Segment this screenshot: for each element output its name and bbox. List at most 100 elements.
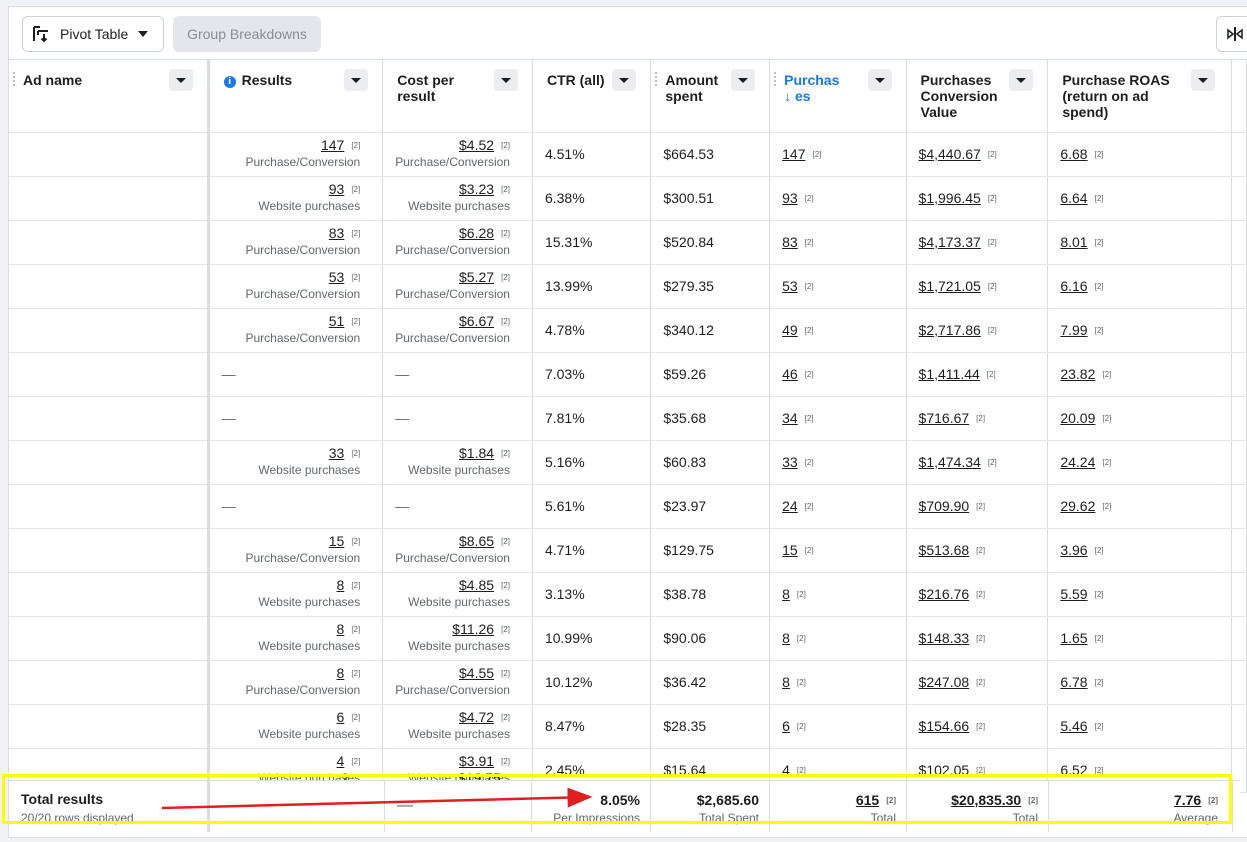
- ad-name-cell[interactable]: [9, 484, 210, 529]
- conversion-value[interactable]: $1,474.34 [2]: [919, 454, 997, 470]
- column-header-results[interactable]: i Results: [208, 60, 384, 133]
- results-value[interactable]: 53 [2]: [222, 268, 360, 286]
- table-row[interactable]: 147 [2] Purchase/Conversion $4.52 [2] Purchas…: [9, 132, 1247, 177]
- cpr-value[interactable]: $3.23 [2]: [395, 180, 510, 198]
- column-header-conversion-value[interactable]: Purchases Conversion Value: [906, 60, 1049, 133]
- purchases-value[interactable]: 93 [2]: [782, 190, 813, 206]
- cpr-value[interactable]: $6.67 [2]: [395, 312, 510, 330]
- table-row[interactable]: — — 5.61% $23.97 24 [2] $709.90 [2] 29.62 [2]: [9, 484, 1247, 529]
- roas-value[interactable]: 29.62 [2]: [1060, 498, 1111, 514]
- results-value[interactable]: 8 [2]: [222, 664, 361, 682]
- roas-value[interactable]: 24.24 [2]: [1060, 454, 1111, 470]
- results-value[interactable]: 93 [2]: [222, 180, 360, 198]
- purchases-value[interactable]: 49 [2]: [782, 322, 813, 338]
- results-value[interactable]: 147 [2]: [222, 136, 360, 154]
- table-row[interactable]: 93 [2] Website purchases $3.23 [2] Website pu…: [9, 176, 1247, 221]
- column-header-roas[interactable]: Purchase ROAS (return on ad spend): [1047, 60, 1233, 133]
- info-icon[interactable]: i: [223, 76, 236, 88]
- column-menu-button[interactable]: [493, 69, 518, 91]
- column-header-amount-spent[interactable]: Amount spent: [650, 60, 771, 133]
- column-header-ad-name[interactable]: Ad name: [9, 60, 210, 133]
- results-value[interactable]: 8 [2]: [222, 576, 361, 594]
- ad-name-cell[interactable]: [9, 176, 210, 221]
- ad-name-cell[interactable]: [9, 132, 210, 177]
- conversion-value[interactable]: $4,440.67 [2]: [919, 146, 997, 162]
- purchases-value[interactable]: 8 [2]: [782, 630, 806, 646]
- conversion-value[interactable]: $148.33 [2]: [919, 630, 986, 646]
- purchases-value[interactable]: 6 [2]: [782, 718, 806, 734]
- results-value[interactable]: 51 [2]: [222, 312, 360, 330]
- cpr-value[interactable]: $1.84 [2]: [395, 444, 510, 462]
- conversion-value[interactable]: $1,721.05 [2]: [919, 278, 997, 294]
- roas-value[interactable]: 20.09 [2]: [1060, 410, 1111, 426]
- table-row[interactable]: 51 [2] Purchase/Conversion $6.67 [2] Purchase…: [9, 308, 1247, 353]
- roas-value[interactable]: 6.16 [2]: [1060, 278, 1103, 294]
- ad-name-cell[interactable]: [9, 704, 210, 749]
- ad-name-cell[interactable]: [9, 660, 210, 705]
- ad-name-cell[interactable]: [9, 264, 210, 309]
- table-row[interactable]: 8 [2] Purchase/Conversion $4.55 [2] Purchase/…: [9, 660, 1247, 705]
- column-header-ctr[interactable]: CTR (all): [532, 60, 652, 133]
- drag-handle-icon[interactable]: [655, 72, 658, 86]
- column-menu-button[interactable]: [731, 69, 756, 91]
- results-value[interactable]: 15 [2]: [222, 532, 360, 550]
- table-row[interactable]: — — 7.03% $59.26 46 [2] $1,411.44 [2] 23.82 [2]: [9, 352, 1247, 397]
- roas-value[interactable]: 6.78 [2]: [1060, 674, 1103, 690]
- purchases-value[interactable]: 8 [2]: [782, 674, 806, 690]
- table-row[interactable]: 8 [2] Website purchases $11.26 [2] Website pu…: [9, 616, 1247, 661]
- ad-name-cell[interactable]: [9, 220, 210, 265]
- roas-value[interactable]: 7.99 [2]: [1060, 322, 1103, 338]
- cpr-value[interactable]: $8.65 [2]: [395, 532, 510, 550]
- conversion-value[interactable]: $247.08 [2]: [919, 674, 986, 690]
- conversion-value[interactable]: $709.90 [2]: [919, 498, 986, 514]
- cpr-value[interactable]: $6.28 [2]: [395, 224, 510, 242]
- conversion-value[interactable]: $716.67 [2]: [919, 410, 986, 426]
- ad-name-cell[interactable]: [9, 616, 210, 661]
- roas-value[interactable]: 3.96 [2]: [1060, 542, 1103, 558]
- results-value[interactable]: 8 [2]: [222, 620, 361, 638]
- table-row[interactable]: 8 [2] Website purchases $4.85 [2] Website pur…: [9, 572, 1247, 617]
- table-row[interactable]: 83 [2] Purchase/Conversion $6.28 [2] Purchase…: [9, 220, 1247, 265]
- purchases-value[interactable]: 8 [2]: [782, 586, 806, 602]
- ad-name-cell[interactable]: [9, 308, 210, 353]
- pivot-table-button[interactable]: Pivot Table: [22, 16, 164, 52]
- table-row[interactable]: 33 [2] Website purchases $1.84 [2] Website pu…: [9, 440, 1247, 485]
- purchases-value[interactable]: 147 [2]: [782, 146, 821, 162]
- roas-value[interactable]: 5.46 [2]: [1060, 718, 1103, 734]
- compare-columns-button[interactable]: [1216, 16, 1247, 52]
- roas-value[interactable]: 8.01 [2]: [1060, 234, 1103, 250]
- ad-name-cell[interactable]: [9, 572, 210, 617]
- roas-value[interactable]: 6.68 [2]: [1060, 146, 1103, 162]
- totals-conv-value[interactable]: $20,835.30 [2]: [951, 792, 1038, 808]
- conversion-value[interactable]: $1,411.44 [2]: [919, 366, 996, 382]
- purchases-value[interactable]: 83 [2]: [782, 234, 813, 250]
- cpr-value[interactable]: $4.85 [2]: [395, 576, 510, 594]
- roas-value[interactable]: 23.82 [2]: [1060, 366, 1111, 382]
- ad-name-cell[interactable]: [9, 528, 210, 573]
- table-row[interactable]: — — 7.81% $35.68 34 [2] $716.67 [2] 20.09 [2]: [9, 396, 1247, 441]
- totals-roas-value[interactable]: 7.76 [2]: [1174, 792, 1218, 808]
- column-menu-button[interactable]: [1191, 69, 1216, 91]
- cpr-value[interactable]: $4.55 [2]: [395, 664, 510, 682]
- column-menu-button[interactable]: [612, 69, 637, 91]
- conversion-value[interactable]: $216.76 [2]: [919, 586, 986, 602]
- roas-value[interactable]: 5.59 [2]: [1060, 586, 1103, 602]
- cpr-value[interactable]: $11.26 [2]: [395, 620, 510, 638]
- purchases-value[interactable]: 24 [2]: [782, 498, 813, 514]
- drag-handle-icon[interactable]: [774, 72, 777, 86]
- column-menu-button[interactable]: [344, 69, 369, 91]
- purchases-value[interactable]: 15 [2]: [782, 542, 813, 558]
- group-breakdowns-button[interactable]: Group Breakdowns: [173, 16, 321, 52]
- table-row[interactable]: 15 [2] Purchase/Conversion $8.65 [2] Purchase…: [9, 528, 1247, 573]
- cpr-value[interactable]: $4.72 [2]: [395, 708, 510, 726]
- column-menu-button[interactable]: [168, 69, 193, 91]
- results-value[interactable]: 6 [2]: [222, 708, 361, 726]
- purchases-value[interactable]: 53 [2]: [782, 278, 813, 294]
- results-value[interactable]: 83 [2]: [222, 224, 360, 242]
- drag-handle-icon[interactable]: [13, 72, 15, 86]
- ad-name-cell[interactable]: [9, 396, 210, 441]
- cpr-value[interactable]: $4.52 [2]: [395, 136, 510, 154]
- conversion-value[interactable]: $1,996.45 [2]: [919, 190, 997, 206]
- conversion-value[interactable]: $4,173.37 [2]: [919, 234, 997, 250]
- purchases-value[interactable]: 33 [2]: [782, 454, 813, 470]
